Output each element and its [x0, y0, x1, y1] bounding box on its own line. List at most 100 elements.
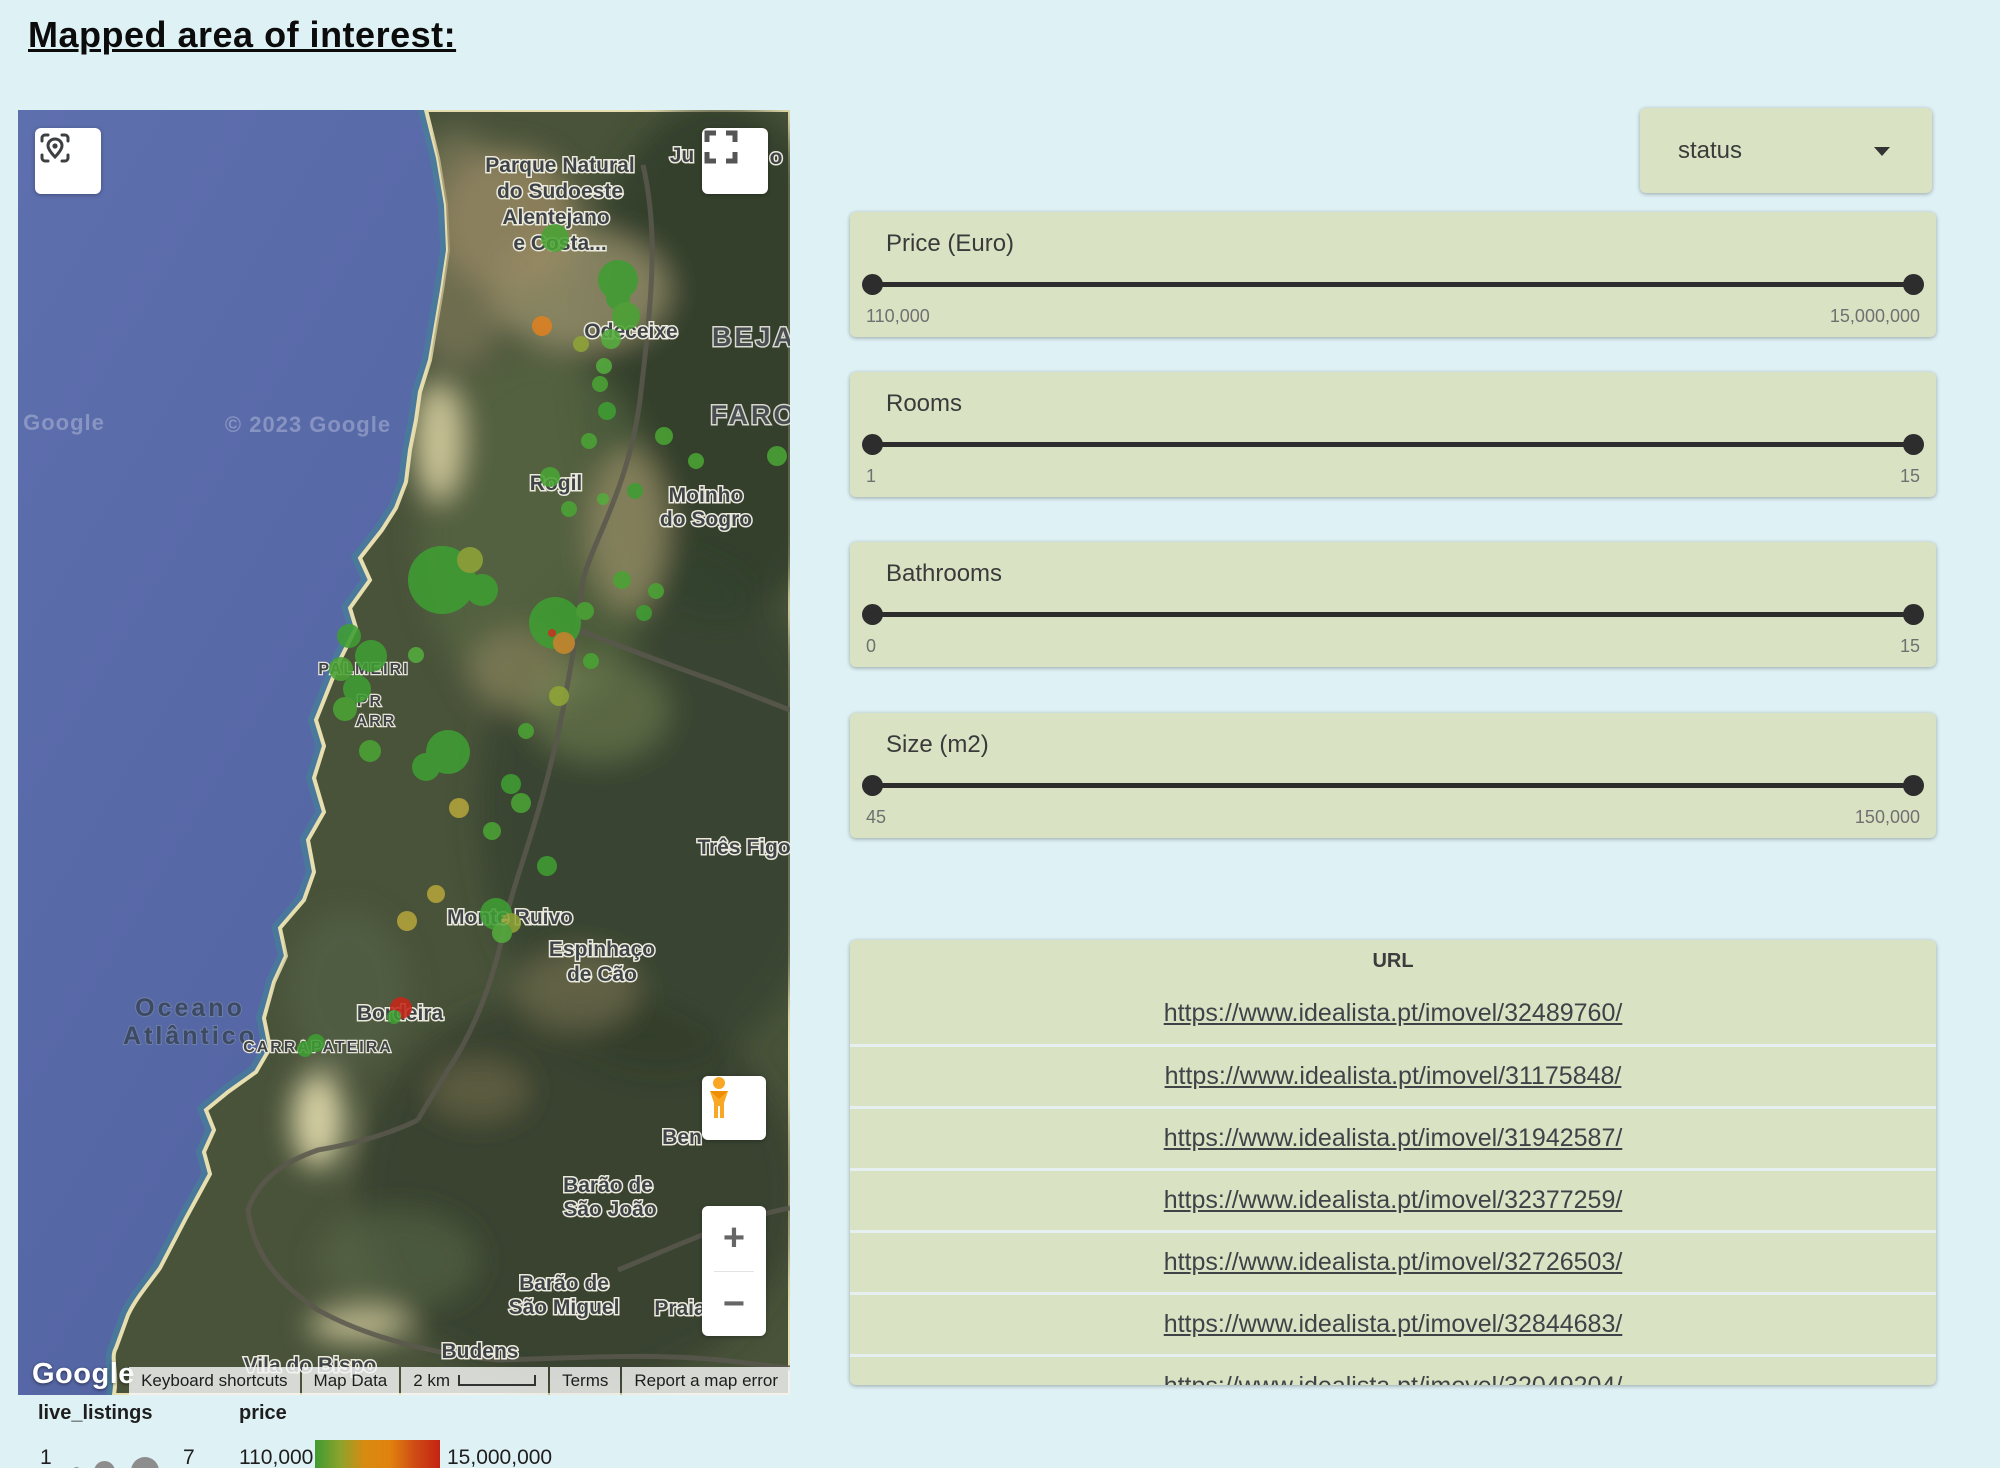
url-link[interactable]: https://www.idealista.pt/imovel/32726503…: [1164, 1248, 1623, 1277]
listing-marker: [688, 453, 704, 469]
google-logo[interactable]: Google: [32, 1358, 135, 1391]
price-filter-panel: Price (Euro) 110,000 15,000,000: [850, 212, 1936, 337]
listing-marker: [601, 329, 621, 349]
listing-marker: [648, 583, 664, 599]
bathrooms-slider-track[interactable]: [864, 612, 1922, 617]
map-label: Oceano: [135, 994, 245, 1022]
listing-marker: [511, 793, 531, 813]
listing-marker: [397, 911, 417, 931]
listing-marker: [337, 624, 361, 648]
map-label: FARO: [710, 400, 790, 430]
legend-price-min: 110,000: [239, 1446, 313, 1468]
url-link[interactable]: https://www.idealista.pt/imovel/31175848…: [1165, 1062, 1622, 1091]
price-slider-label: Price (Euro): [886, 230, 1014, 258]
listing-marker: [613, 571, 631, 589]
page-title: Mapped area of interest:: [28, 14, 456, 56]
map-footer: Keyboard shortcuts Map Data 2 km Terms R…: [129, 1367, 790, 1395]
fullscreen-icon: [702, 128, 740, 166]
listing-marker: [576, 602, 594, 620]
listing-marker: [449, 798, 469, 818]
zoom-out-button[interactable]: −: [702, 1272, 766, 1337]
bathrooms-min-value: 0: [866, 636, 876, 657]
keyboard-shortcuts-link[interactable]: Keyboard shortcuts: [129, 1367, 299, 1395]
url-link[interactable]: https://www.idealista.pt/imovel/31942587…: [1164, 1124, 1623, 1153]
listing-marker: [492, 923, 512, 943]
map-label: o: [770, 146, 783, 169]
select-area-button[interactable]: [35, 128, 101, 194]
bathrooms-slider-min-handle[interactable]: [862, 604, 883, 625]
rooms-slider-min-handle[interactable]: [862, 434, 883, 455]
status-dropdown[interactable]: status: [1640, 108, 1932, 193]
select-area-icon: [35, 128, 75, 168]
listing-marker: [627, 483, 643, 499]
legend-price-title: price: [239, 1402, 287, 1425]
price-slider-track[interactable]: [864, 282, 1922, 287]
legend-price-gradient: [315, 1440, 440, 1468]
url-link[interactable]: https://www.idealista.pt/imovel/32844683…: [1164, 1310, 1623, 1339]
url-link[interactable]: https://www.idealista.pt/imovel/32489760…: [1164, 999, 1623, 1028]
map-label: Barão de: [519, 1272, 609, 1295]
listing-marker: [592, 376, 608, 392]
legend-size-title: live_listings: [38, 1402, 153, 1425]
table-row: https://www.idealista.pt/imovel/32489760…: [850, 982, 1936, 1044]
map-canvas[interactable]: Parque Naturaldo SudoesteAlentejanoe Cos…: [18, 110, 790, 1395]
zoom-in-button[interactable]: +: [702, 1206, 766, 1271]
bathrooms-slider-max-handle[interactable]: [1903, 604, 1924, 625]
map-label: de Cão: [567, 963, 637, 986]
zoom-control: + −: [702, 1206, 766, 1336]
scale-bar: [458, 1375, 536, 1386]
fullscreen-button[interactable]: [702, 128, 768, 194]
size-filter-panel: Size (m2) 45 150,000: [850, 713, 1936, 838]
listing-marker: [483, 822, 501, 840]
price-min-value: 110,000: [866, 306, 930, 327]
size-slider-max-handle[interactable]: [1903, 775, 1924, 796]
size-slider-min-handle[interactable]: [862, 775, 883, 796]
listing-marker: [359, 740, 381, 762]
listing-marker: [501, 774, 521, 794]
listing-marker: [457, 547, 483, 573]
listing-marker: [537, 856, 557, 876]
price-slider-min-handle[interactable]: [862, 274, 883, 295]
url-link[interactable]: https://www.idealista.pt/imovel/32377259…: [1164, 1186, 1623, 1215]
table-row: https://www.idealista.pt/imovel/32844683…: [850, 1292, 1936, 1354]
status-dropdown-label: status: [1678, 108, 1742, 193]
listing-marker: [408, 647, 424, 663]
listing-marker: [583, 653, 599, 669]
legend-dot-large: [131, 1457, 159, 1468]
listing-marker: [767, 446, 787, 466]
listing-marker: [553, 632, 575, 654]
terms-link[interactable]: Terms: [550, 1367, 620, 1395]
bathrooms-max-value: 15: [1900, 636, 1920, 657]
map-label: Espinhaço: [549, 938, 655, 961]
size-slider-label: Size (m2): [886, 731, 989, 759]
url-link[interactable]: https://www.idealista.pt/imovel/32049204…: [1164, 1372, 1623, 1385]
map-label: São João: [563, 1198, 656, 1221]
listing-marker: [573, 336, 589, 352]
table-row: https://www.idealista.pt/imovel/31175848…: [850, 1044, 1936, 1106]
report-map-error-link[interactable]: Report a map error: [622, 1367, 790, 1395]
bathrooms-filter-panel: Bathrooms 0 15: [850, 542, 1936, 667]
map-label: BEJA: [712, 322, 790, 352]
size-slider-track[interactable]: [864, 783, 1922, 788]
listing-marker: [612, 302, 640, 330]
listing-marker: [541, 224, 569, 252]
table-row: https://www.idealista.pt/imovel/32049204…: [850, 1354, 1936, 1385]
listing-marker: [581, 433, 597, 449]
price-slider-max-handle[interactable]: [1903, 274, 1924, 295]
map-label: Atlântico: [123, 1022, 257, 1050]
url-table: URL https://www.idealista.pt/imovel/3248…: [850, 940, 1936, 1385]
satellite-map: Parque Naturaldo SudoesteAlentejanoe Cos…: [18, 110, 790, 1395]
listing-marker: [598, 402, 616, 420]
pegman-button[interactable]: [702, 1076, 766, 1140]
listing-marker: [540, 467, 560, 487]
rooms-slider-track[interactable]: [864, 442, 1922, 447]
listing-marker: [597, 493, 609, 505]
rooms-min-value: 1: [866, 466, 876, 487]
map-label: Barão de: [563, 1174, 653, 1197]
listing-marker: [596, 358, 612, 374]
legend-dot-medium: [94, 1461, 115, 1468]
listing-marker: [549, 686, 569, 706]
map-data-label: Map Data: [302, 1367, 400, 1395]
rooms-slider-max-handle[interactable]: [1903, 434, 1924, 455]
map-label: Google: [23, 410, 105, 435]
